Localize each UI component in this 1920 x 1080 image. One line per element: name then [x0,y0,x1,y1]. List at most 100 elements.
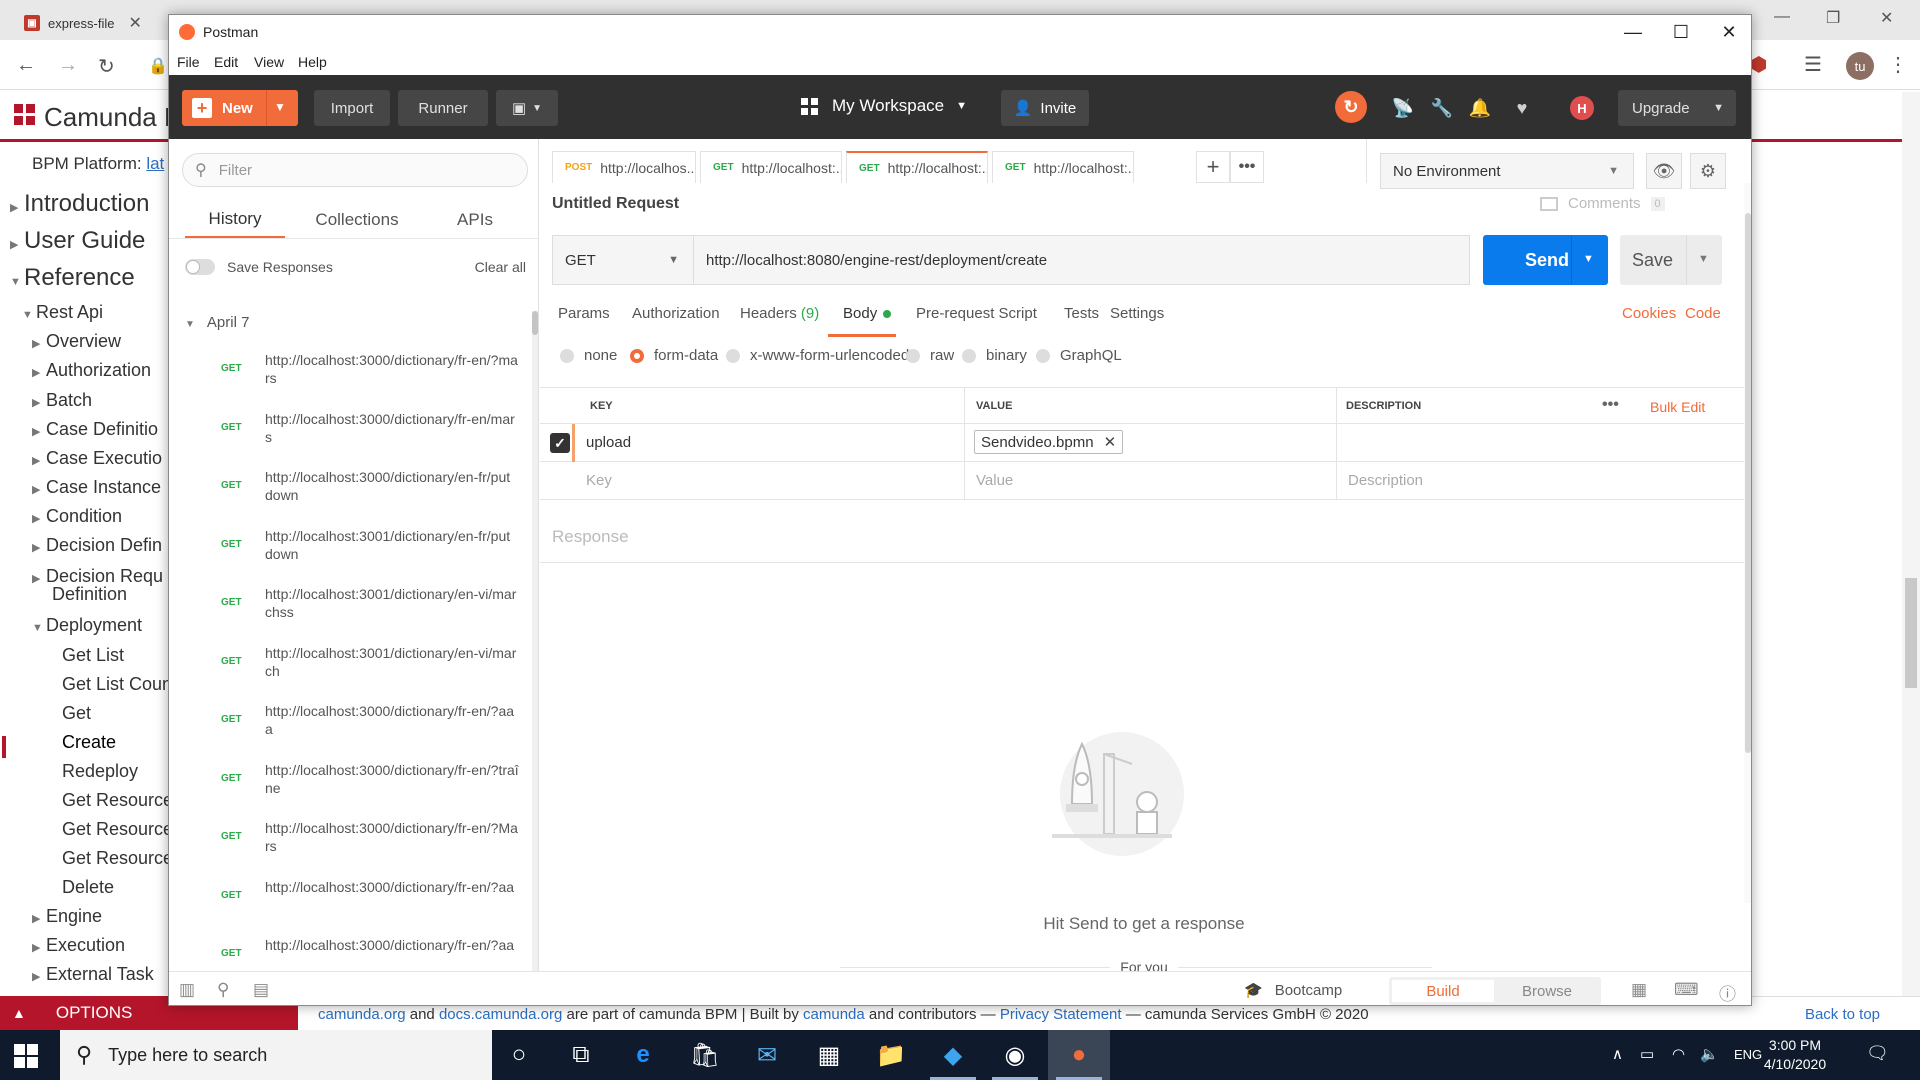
list-item[interactable]: GET http://localhost:3001/dictionary/en-v… [169,579,525,627]
profile-avatar[interactable]: tu [1846,52,1874,80]
menu-file[interactable]: File [177,54,200,70]
tab-body[interactable]: Body [843,305,892,322]
comments-button[interactable]: Comments 0 [1540,195,1665,212]
volume-icon[interactable]: 🔈 [1700,1045,1719,1063]
task-view-icon[interactable]: ⧉ [564,1038,598,1072]
maximize-icon[interactable]: ☐ [1661,19,1701,45]
photos-icon[interactable]: ▦ [812,1038,846,1072]
bootcamp-button[interactable]: 🎓 Bootcamp [1244,981,1342,1000]
request-tab[interactable]: GET http://localhost:... [846,151,988,183]
interceptor-icon[interactable]: 📡 [1390,95,1416,121]
reload-icon[interactable]: ↻ [98,54,115,79]
sidebar-item-overview[interactable]: ▶ Overview [32,331,121,352]
mail-icon[interactable]: ✉ [750,1038,784,1072]
gear-icon[interactable]: ⚙ [1690,153,1726,189]
tab-collections[interactable]: Collections [301,201,413,239]
windows-start-icon[interactable] [14,1044,38,1068]
media-control-icon[interactable]: ☰ [1804,52,1822,77]
runner-button[interactable]: Runner [398,90,488,126]
back-to-top-link[interactable]: Back to top [1805,1006,1880,1023]
history-date-group[interactable]: ▼ April 7 [185,314,249,331]
chrome-close-icon[interactable]: ✕ [1880,8,1893,28]
sidebar-item-execution[interactable]: ▶ Execution [32,935,125,956]
menu-help[interactable]: Help [298,54,327,70]
footer-link-camunda[interactable]: camunda [803,1006,865,1023]
user-avatar[interactable]: H [1570,96,1594,120]
radio-button[interactable] [560,348,574,363]
list-item[interactable]: GET http://localhost:3001/dictionary/en-v… [169,638,525,686]
list-item[interactable]: GET http://localhost:3000/dictionary/fr-e… [169,872,525,920]
chrome-minimize-icon[interactable]: — [1774,8,1790,26]
list-item[interactable]: GET http://localhost:3000/dictionary/fr-e… [169,345,525,393]
workspace-selector[interactable]: My Workspace ▼ [801,96,967,116]
chrome-icon[interactable]: ◉ [998,1038,1032,1072]
eye-icon[interactable]: 👁 [1646,153,1682,189]
description-input[interactable]: Description [1348,472,1423,489]
radio-button[interactable] [906,348,920,363]
footer-link-docs[interactable]: docs.camunda.org [439,1006,562,1023]
sidebar-scroll-thumb[interactable] [532,311,538,335]
main-scrollbar[interactable] [1744,183,1751,903]
code-link[interactable]: Code [1685,305,1721,322]
find-replace-icon[interactable]: ⚲ [217,980,229,1000]
filter-input[interactable]: ⚲ Filter [182,153,528,187]
page-scroll-thumb[interactable] [1905,578,1917,688]
key-cell[interactable]: upload [586,434,631,451]
footer-link-camunda-org[interactable]: camunda.org [318,1006,406,1023]
list-item[interactable]: GET http://localhost:3000/dictionary/fr-e… [169,404,525,452]
postman-taskbar-icon[interactable]: ● [1062,1038,1096,1072]
close-tab-icon[interactable]: ✕ [128,13,141,33]
sidebar-item-get-list-coun[interactable]: Get List Coun [62,674,172,695]
sidebar-item-get-resource[interactable]: Get Resource [62,790,173,811]
sidebar-item-batch[interactable]: ▶ Batch [32,390,92,411]
url-input[interactable]: http://localhost:8080/engine-rest/deploy… [694,235,1470,285]
send-button[interactable]: Send ▼ [1483,235,1608,285]
sidebar-item-case-instance[interactable]: ▶ Case Instance [32,477,161,498]
body-type-none[interactable]: none [560,347,617,364]
sidebar-item-redeploy[interactable]: Redeploy [62,761,138,782]
save-button[interactable]: Save ▼ [1620,235,1722,285]
battery-icon[interactable]: ▭ [1640,1045,1654,1063]
site-title[interactable]: Camunda B [44,102,181,133]
console-icon[interactable]: ▤ [253,980,269,1000]
notifications-icon[interactable]: 🗨 [1866,1043,1889,1064]
sidebar-item-create[interactable]: Create [62,732,116,753]
save-responses-toggle[interactable]: Save Responses [185,259,333,275]
list-item[interactable]: GET http://localhost:3001/dictionary/en-f… [169,521,525,569]
radio-button[interactable] [726,348,740,363]
show-hidden-icons-icon[interactable]: ∧ [1612,1045,1623,1063]
tab-apis[interactable]: APIs [429,201,521,239]
add-tab-icon[interactable]: + [1196,151,1230,183]
sidebar-scrollbar[interactable] [532,311,538,971]
browse-button[interactable]: Browse [1496,980,1598,1002]
sidebar-item-decision-defin[interactable]: ▶ Decision Defin [32,535,162,556]
tab-params[interactable]: Params [558,305,610,322]
list-item[interactable]: GET http://localhost:3000/dictionary/fr-e… [169,755,525,803]
tab-headers[interactable]: Headers (9) [740,305,819,322]
sidebar-item-case-executio[interactable]: ▶ Case Executio [32,448,162,469]
sidebar-item-definition[interactable]: Definition [52,584,127,605]
tab-history[interactable]: History [185,201,285,239]
sidebar-item-engine[interactable]: ▶ Engine [32,906,102,927]
chevron-down-icon[interactable]: ▼ [1698,253,1709,265]
import-button[interactable]: Import [314,90,390,126]
wrench-icon[interactable]: 🔧 [1429,95,1455,121]
radio-button[interactable] [630,348,644,363]
sidebar-item-delete[interactable]: Delete [62,877,114,898]
menu-view[interactable]: View [254,54,284,70]
environment-select[interactable]: No Environment ▼ [1380,153,1634,189]
tab-settings[interactable]: Settings [1110,305,1164,322]
cortana-icon[interactable]: ○ [502,1038,536,1072]
invite-button[interactable]: 👤 Invite [1001,90,1089,126]
footer-link-privacy[interactable]: Privacy Statement [1000,1006,1122,1023]
sidebar-item-case-definitio[interactable]: ▶ Case Definitio [32,419,158,440]
row-enabled-checkbox[interactable]: ✓ [550,433,570,453]
close-icon[interactable]: ✕ [1709,19,1749,45]
bell-icon[interactable]: 🔔 [1467,95,1493,121]
body-type-graphql[interactable]: GraphQL [1036,347,1122,364]
tab-pre-request-script[interactable]: Pre-request Script [916,305,1037,322]
body-type-raw[interactable]: raw [906,347,954,364]
clear-all-button[interactable]: Clear all [475,259,526,275]
tab-authorization[interactable]: Authorization [632,305,720,322]
sidebar-item-authorization[interactable]: ▶ Authorization [32,360,151,381]
